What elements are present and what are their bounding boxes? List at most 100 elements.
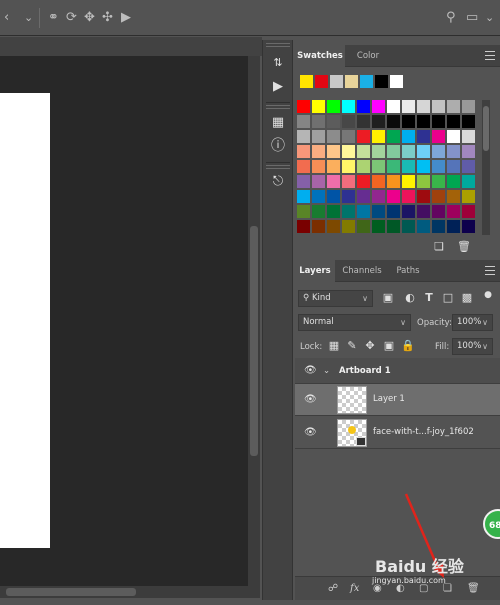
swatch[interactable] [462,205,475,218]
pixel-filter-icon[interactable]: ▣ [381,291,395,305]
swatch[interactable] [432,130,445,143]
clone-source-icon[interactable]: ⎋ [267,172,289,192]
swatch[interactable] [462,130,475,143]
swatch[interactable] [357,175,370,188]
swatch[interactable] [387,175,400,188]
swatch[interactable] [312,175,325,188]
swatch[interactable] [297,160,310,173]
swatch[interactable] [297,220,310,233]
blend-mode-select[interactable]: Normal [298,314,411,331]
swatch[interactable] [447,220,460,233]
video-camera-icon[interactable]: ▶ [121,10,131,26]
trash-icon[interactable]: 🗑 [467,582,480,596]
swatch[interactable] [312,205,325,218]
visibility-eye-icon[interactable]: 👁 [304,427,317,439]
swatch[interactable] [387,100,400,113]
artboard-row[interactable]: 👁 ⌄ Artboard 1 [295,358,500,384]
swatch[interactable] [402,190,415,203]
swatch[interactable] [462,115,475,128]
tab-swatches[interactable]: Swatches [295,45,345,67]
swatch[interactable] [462,175,475,188]
swatch[interactable] [342,175,355,188]
swatch[interactable] [462,160,475,173]
swatch[interactable] [372,205,385,218]
recent-swatch[interactable] [330,75,343,88]
swatch[interactable] [342,220,355,233]
chevron-icon[interactable]: ‹ [4,10,9,26]
swatch[interactable] [462,220,475,233]
visibility-eye-icon[interactable]: 👁 [304,365,317,377]
swatch[interactable] [402,100,415,113]
swatch[interactable] [327,160,340,173]
adjustment-filter-icon[interactable]: ◐ [403,291,417,305]
fill-field[interactable]: 100% [452,338,493,355]
filter-kind-select[interactable]: ⚲ Kind [298,290,373,307]
swatch[interactable] [432,145,445,158]
orbit-3d-icon[interactable]: ⚭ [48,10,59,26]
swatch[interactable] [297,130,310,143]
expand-chevron-icon[interactable]: ⌄ [323,365,330,377]
swatch[interactable] [447,175,460,188]
actions-play-icon[interactable]: ▶ [267,77,289,97]
pan-3d-icon[interactable]: ✥ [84,10,95,26]
swatch[interactable] [297,145,310,158]
trash-icon[interactable]: 🗑 [457,240,471,254]
new-swatch-icon[interactable]: ❏ [432,240,446,254]
swatch[interactable] [387,115,400,128]
swatch[interactable] [402,145,415,158]
recent-swatch[interactable] [345,75,358,88]
swatch[interactable] [462,190,475,203]
type-filter-icon[interactable]: T [422,291,436,305]
swatch[interactable] [447,115,460,128]
swatch[interactable] [357,205,370,218]
tab-layers[interactable]: Layers [295,260,335,282]
search-icon[interactable]: ⚲ [446,10,456,26]
panel-menu-icon[interactable] [485,51,495,60]
swatch[interactable] [312,190,325,203]
swatch[interactable] [387,160,400,173]
recent-swatch[interactable] [390,75,403,88]
slide-3d-icon[interactable]: ✣ [102,10,113,26]
swatch[interactable] [417,175,430,188]
swatch[interactable] [357,100,370,113]
swatch[interactable] [297,175,310,188]
swatch[interactable] [297,205,310,218]
panel-menu-icon[interactable] [485,266,495,275]
swatch[interactable] [327,100,340,113]
scroll-thumb[interactable] [6,588,136,596]
swatch[interactable] [447,190,460,203]
swatch[interactable] [342,160,355,173]
visibility-eye-icon[interactable]: 👁 [304,394,317,406]
swatch[interactable] [372,115,385,128]
swatch[interactable] [387,145,400,158]
swatch[interactable] [402,220,415,233]
swatch[interactable] [432,205,445,218]
lock-position-icon[interactable]: ✥ [363,339,377,353]
swatch[interactable] [342,115,355,128]
swatch[interactable] [402,175,415,188]
swatch[interactable] [372,175,385,188]
info-icon[interactable]: ⓘ [267,136,289,156]
layer-row-selected[interactable]: 👁 Layer 1 [295,384,500,416]
swatch[interactable] [402,115,415,128]
swatch[interactable] [297,100,310,113]
swatch[interactable] [327,115,340,128]
rotate-3d-icon[interactable]: ⟳ [66,10,77,26]
vertical-scrollbar[interactable] [248,56,260,586]
swatch[interactable] [417,130,430,143]
swatch[interactable] [402,205,415,218]
swatch[interactable] [417,220,430,233]
swatch[interactable] [417,160,430,173]
swatch[interactable] [357,190,370,203]
swatch[interactable] [342,100,355,113]
swatch[interactable] [417,190,430,203]
history-icon[interactable]: ⇅ [267,53,289,73]
swatch[interactable] [447,100,460,113]
swatch[interactable] [312,100,325,113]
swatch[interactable] [372,145,385,158]
recent-swatch[interactable] [360,75,373,88]
link-icon[interactable]: ☍ [328,582,338,596]
swatch[interactable] [372,220,385,233]
recent-swatch[interactable] [300,75,313,88]
workspace-menu-icon[interactable]: ⌄ [485,10,494,26]
